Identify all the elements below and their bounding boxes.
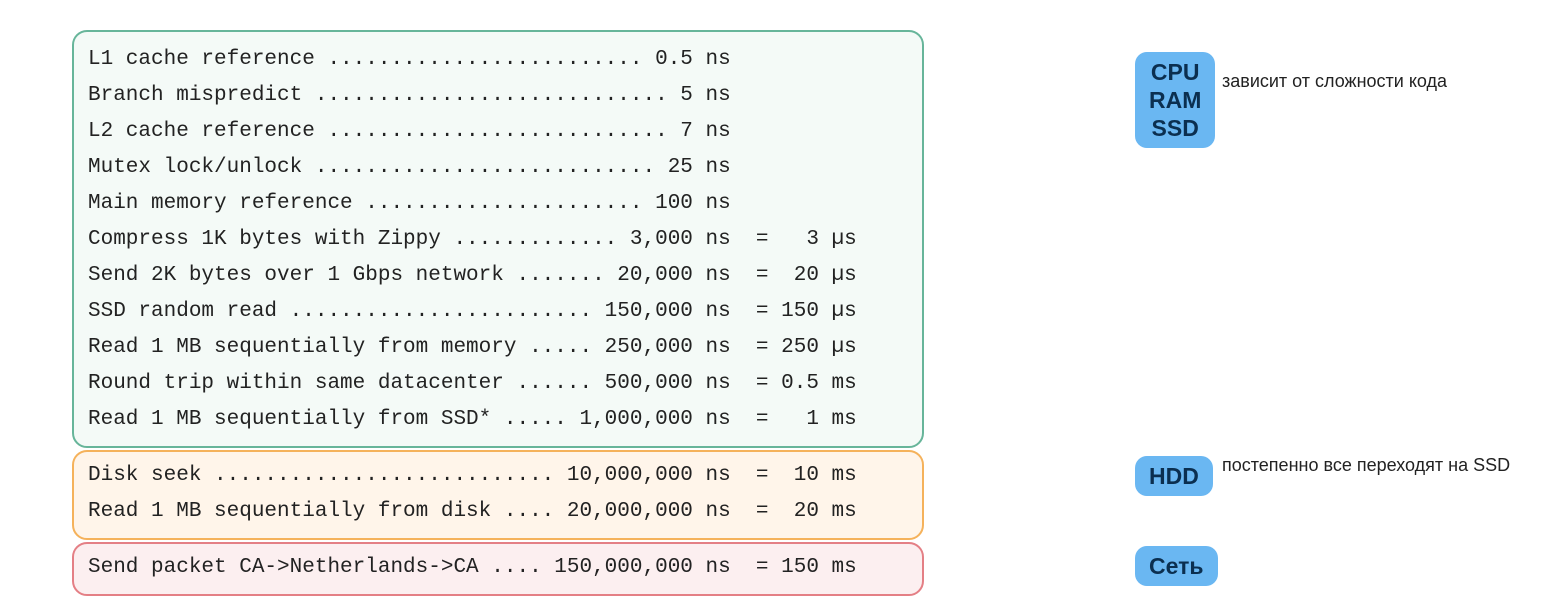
badge-label-cpu: CPU bbox=[1149, 58, 1201, 86]
latency-lines-network: Send packet CA->Netherlands->CA .... 150… bbox=[88, 550, 908, 586]
badge-label-network: Сеть bbox=[1149, 552, 1204, 580]
badge-label-hdd: HDD bbox=[1149, 462, 1199, 490]
badge-hdd: HDD bbox=[1135, 456, 1213, 496]
badge-network: Сеть bbox=[1135, 546, 1218, 586]
latency-block-cpu-ram-ssd: L1 cache reference .....................… bbox=[72, 30, 924, 448]
latency-lines-cpu-ram-ssd: L1 cache reference .....................… bbox=[88, 42, 908, 438]
note-hdd: постепенно все переходят на SSD bbox=[1222, 454, 1510, 477]
latency-block-hdd: Disk seek ........................... 10… bbox=[72, 450, 924, 540]
note-cpu-ram-ssd: зависит от сложности кода bbox=[1222, 70, 1447, 93]
badge-label-ssd: SSD bbox=[1149, 114, 1201, 142]
badge-cpu-ram-ssd: CPU RAM SSD bbox=[1135, 52, 1215, 148]
badge-label-ram: RAM bbox=[1149, 86, 1201, 114]
latency-block-network: Send packet CA->Netherlands->CA .... 150… bbox=[72, 542, 924, 596]
latency-lines-hdd: Disk seek ........................... 10… bbox=[88, 458, 908, 530]
